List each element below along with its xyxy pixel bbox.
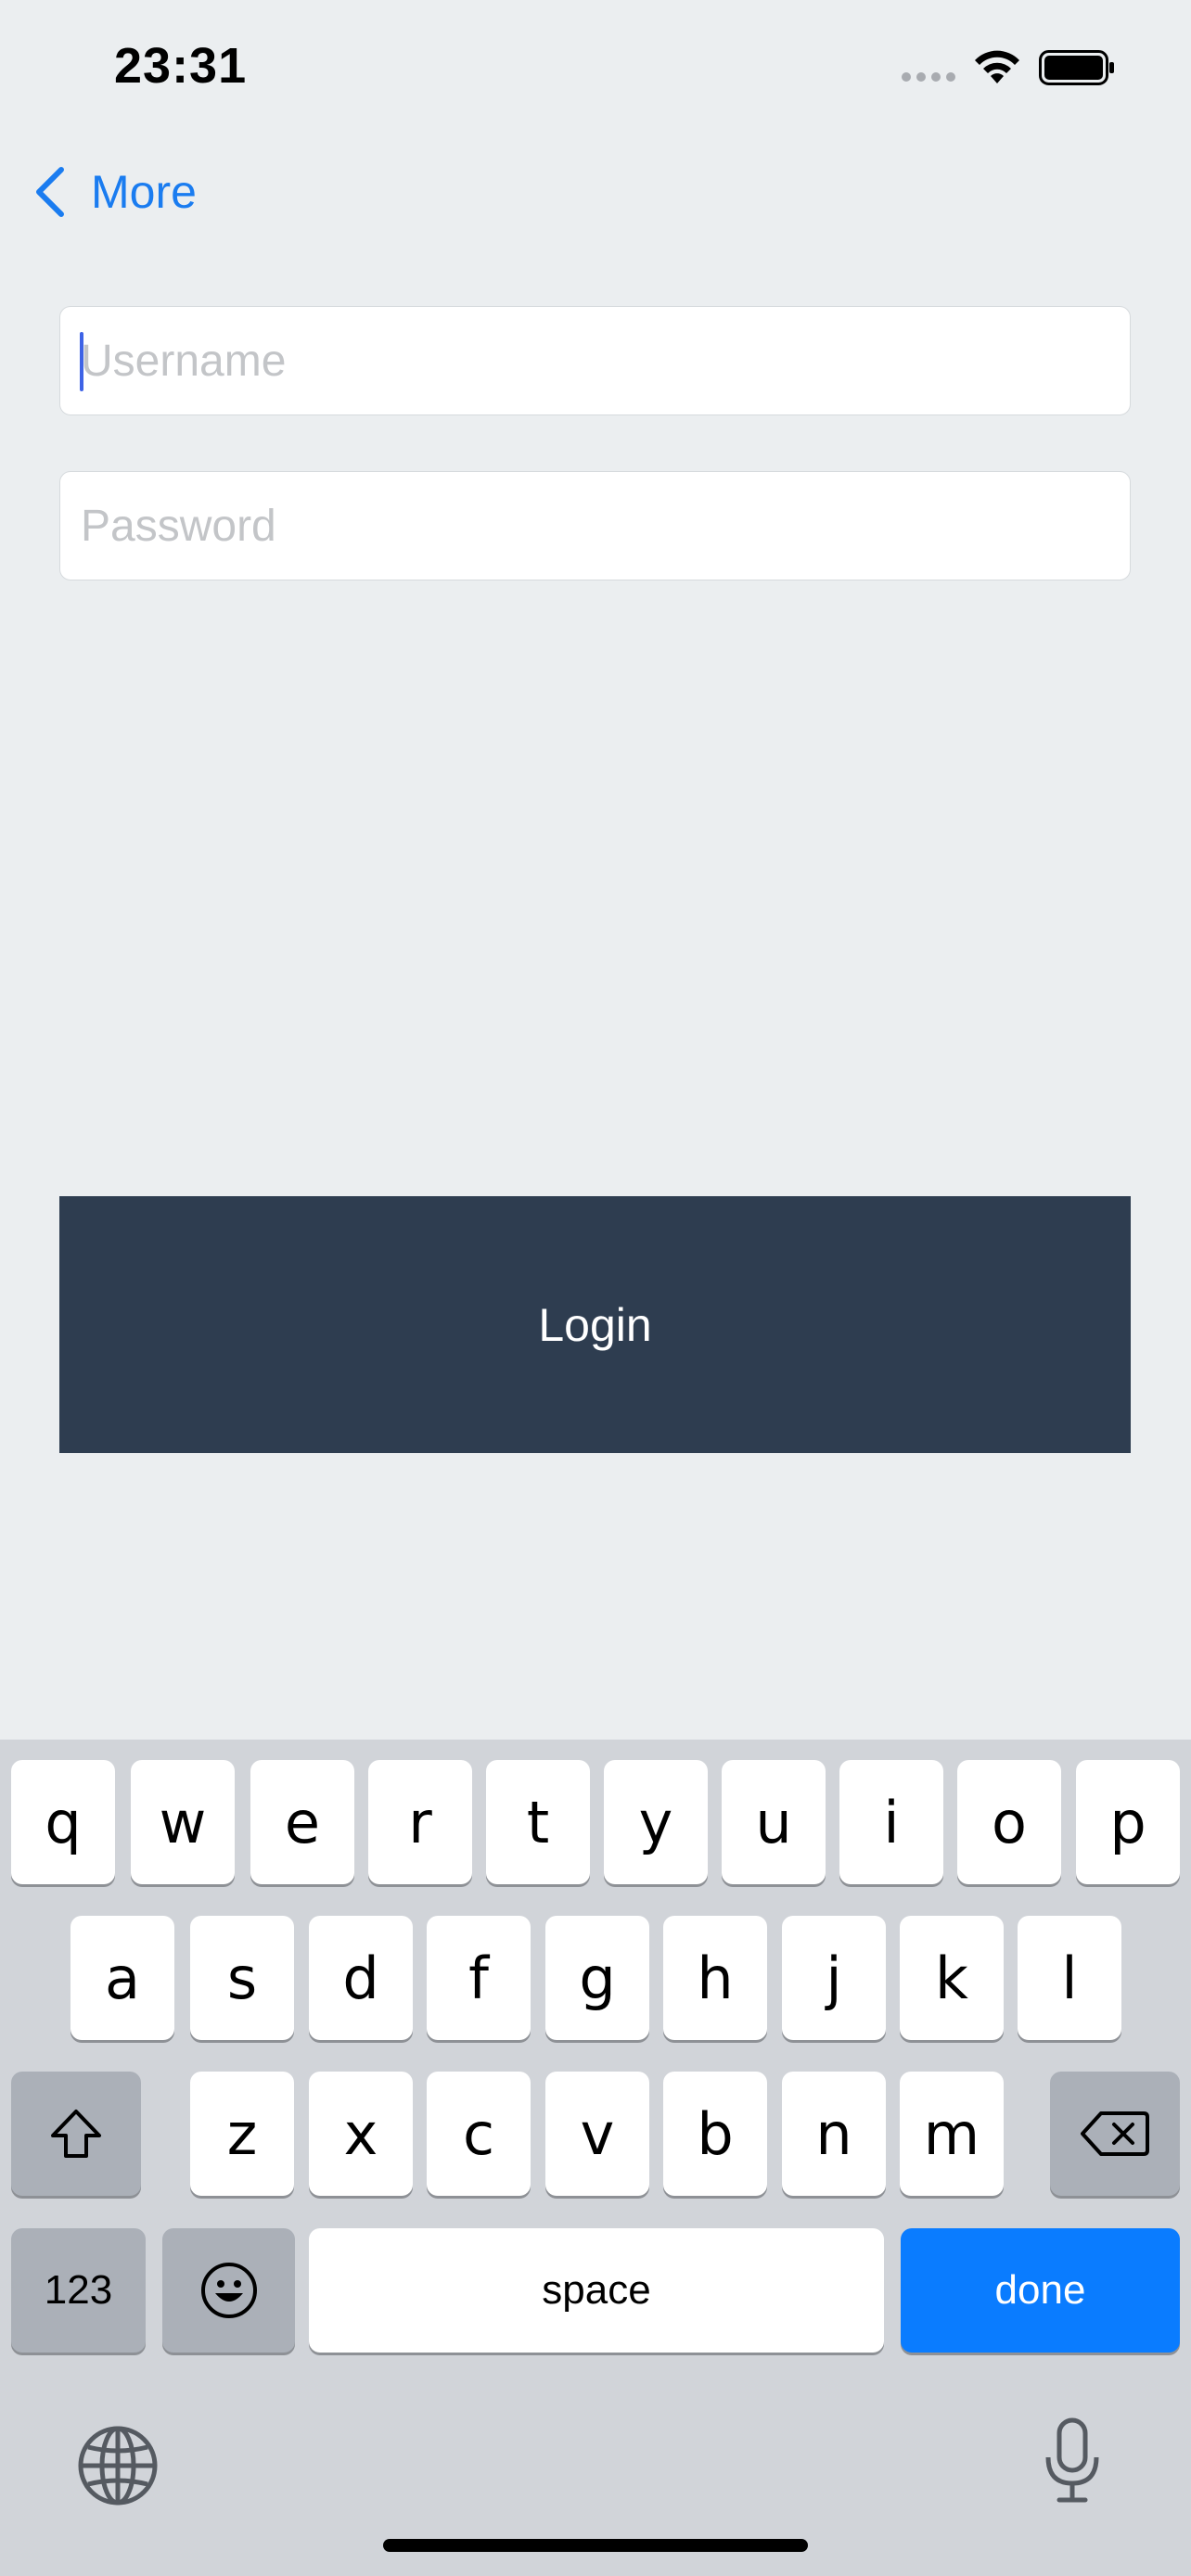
wifi-icon	[975, 50, 1019, 83]
done-key[interactable]: done	[901, 2228, 1180, 2353]
key-u[interactable]: u	[722, 1760, 826, 1884]
key-h[interactable]: h	[663, 1916, 767, 2040]
key-j[interactable]: j	[782, 1916, 886, 2040]
battery-icon	[1039, 50, 1114, 85]
key-k[interactable]: k	[900, 1916, 1004, 2040]
key-q[interactable]: q	[11, 1760, 115, 1884]
text-cursor	[80, 332, 83, 391]
home-indicator[interactable]	[383, 2539, 808, 2552]
key-r[interactable]: r	[368, 1760, 472, 1884]
key-o[interactable]: o	[957, 1760, 1061, 1884]
key-l[interactable]: l	[1018, 1916, 1121, 2040]
key-m[interactable]: m	[900, 2072, 1004, 2196]
key-c[interactable]: c	[427, 2072, 531, 2196]
password-input[interactable]	[60, 472, 1130, 580]
key-e[interactable]: e	[250, 1760, 354, 1884]
login-button[interactable]: Login	[59, 1196, 1131, 1453]
delete-key[interactable]	[1050, 2072, 1180, 2196]
key-t[interactable]: t	[486, 1760, 590, 1884]
backspace-icon	[1081, 2111, 1149, 2156]
password-field-container	[59, 471, 1131, 580]
key-b[interactable]: b	[663, 2072, 767, 2196]
key-v[interactable]: v	[545, 2072, 649, 2196]
key-d[interactable]: d	[309, 1916, 413, 2040]
key-n[interactable]: n	[782, 2072, 886, 2196]
username-input[interactable]	[60, 307, 1130, 414]
key-x[interactable]: x	[309, 2072, 413, 2196]
shift-key[interactable]	[11, 2072, 141, 2196]
globe-icon[interactable]	[76, 2424, 160, 2507]
key-f[interactable]: f	[427, 1916, 531, 2040]
back-label: More	[91, 166, 197, 218]
key-a[interactable]: a	[70, 1916, 174, 2040]
key-w[interactable]: w	[131, 1760, 235, 1884]
key-s[interactable]: s	[190, 1916, 294, 2040]
back-button[interactable]: More	[32, 159, 197, 224]
key-y[interactable]: y	[604, 1760, 708, 1884]
key-p[interactable]: p	[1076, 1760, 1180, 1884]
username-field-container	[59, 306, 1131, 415]
space-key[interactable]: space	[309, 2228, 884, 2353]
emoji-key[interactable]	[162, 2228, 295, 2353]
cellular-signal-icon	[902, 72, 957, 83]
key-g[interactable]: g	[545, 1916, 649, 2040]
microphone-icon[interactable]	[1043, 2417, 1102, 2506]
numbers-key[interactable]: 123	[11, 2228, 146, 2353]
status-time: 23:31	[114, 38, 248, 94]
chevron-left-icon	[36, 167, 64, 217]
key-i[interactable]: i	[839, 1760, 943, 1884]
emoji-icon	[200, 2263, 257, 2318]
shift-icon	[51, 2110, 101, 2158]
key-z[interactable]: z	[190, 2072, 294, 2196]
